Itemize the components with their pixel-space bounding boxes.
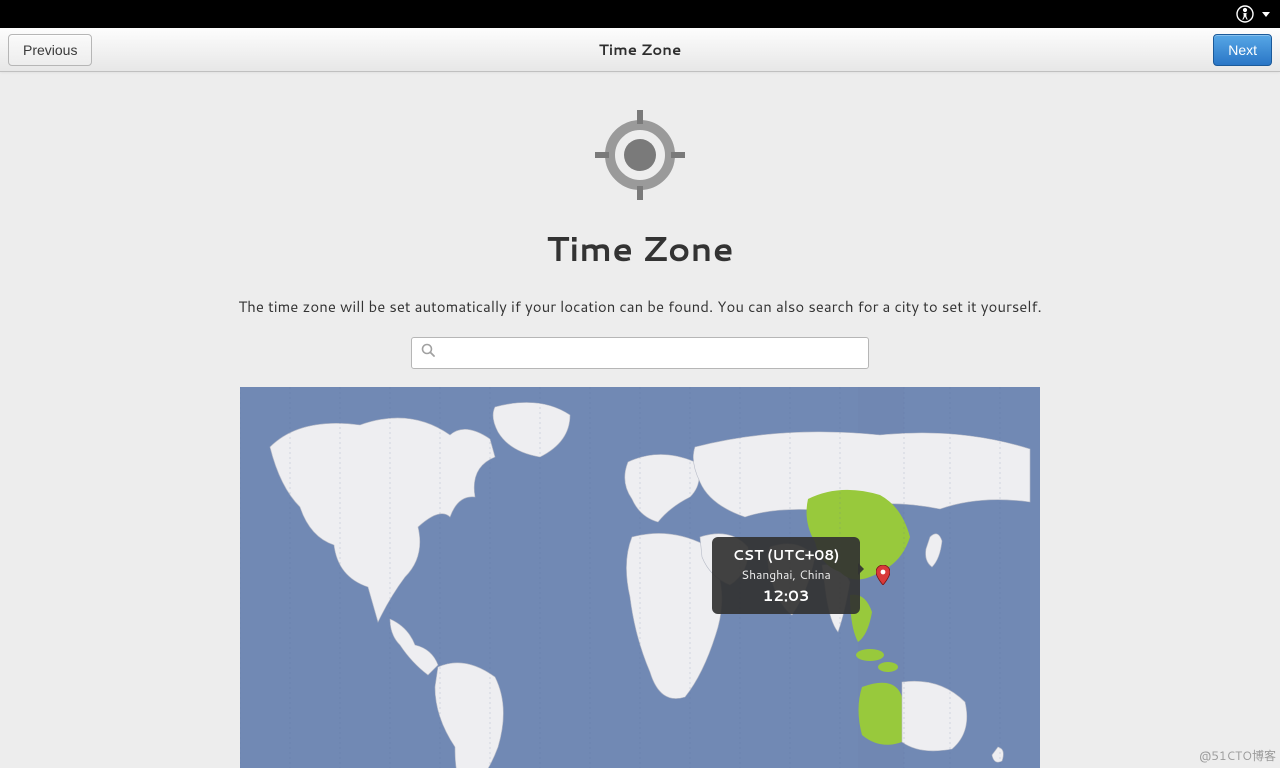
city-search-input[interactable] (442, 345, 860, 361)
header-bar: Previous Time Zone Next (0, 28, 1280, 72)
accessibility-icon (1236, 5, 1254, 23)
system-top-bar (0, 0, 1280, 28)
header-title: Time Zone (0, 39, 1280, 60)
next-button[interactable]: Next (1213, 34, 1272, 66)
chevron-down-icon (1262, 12, 1270, 17)
timezone-location: Shanghai, China (726, 566, 846, 583)
search-icon (420, 341, 436, 364)
timezone-tooltip: CST (UTC+08) Shanghai, China 12:03 (712, 537, 860, 614)
timezone-time: 12:03 (726, 585, 846, 606)
main-content: Time Zone The time zone will be set auto… (0, 72, 1280, 768)
page-title: Time Zone (546, 224, 733, 272)
watermark: @51CTO博客 (1199, 747, 1276, 764)
timezone-map[interactable]: CST (UTC+08) Shanghai, China 12:03 (240, 387, 1040, 768)
location-target-icon (595, 110, 685, 206)
system-menu[interactable] (1236, 5, 1270, 23)
timezone-code: CST (UTC+08) (726, 545, 846, 565)
city-search-field[interactable] (411, 337, 869, 369)
previous-button[interactable]: Previous (8, 34, 92, 66)
location-pin-icon (876, 565, 890, 585)
page-subtitle: The time zone will be set automatically … (238, 296, 1041, 317)
